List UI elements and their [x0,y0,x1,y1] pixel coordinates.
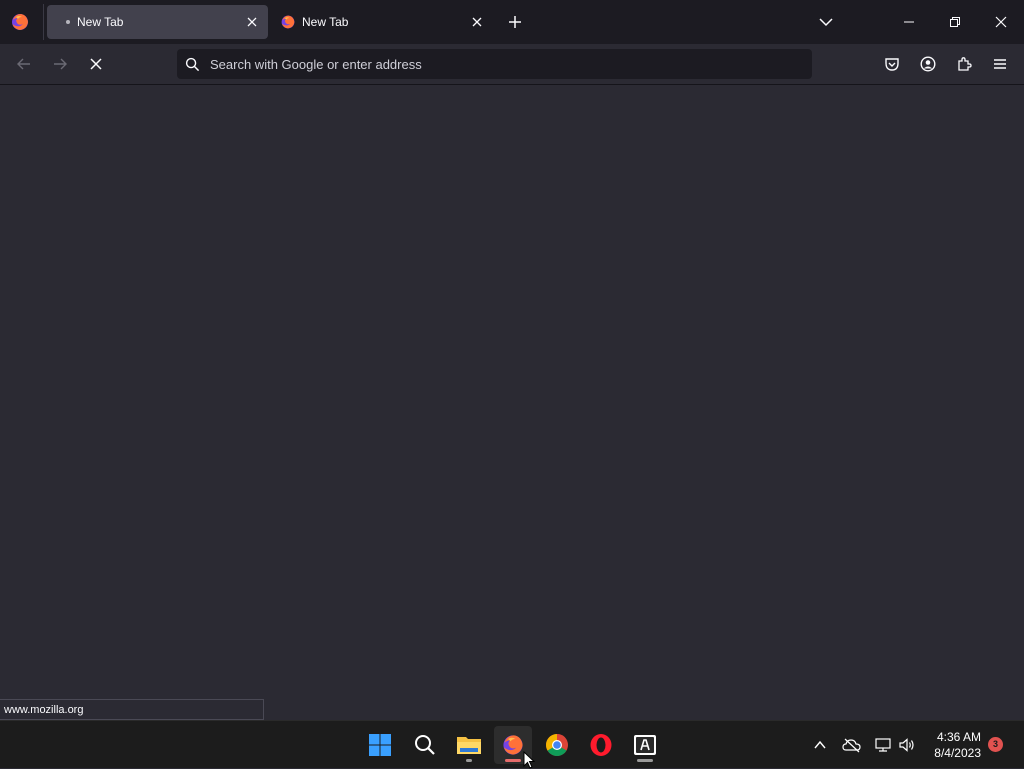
running-indicator [466,759,472,762]
account-button[interactable] [916,52,940,76]
navigation-toolbar: Search with Google or enter address [0,44,1024,85]
opera-icon [590,734,612,756]
firefox-icon [503,735,523,755]
tab-bar: New Tab New Tab [0,0,1024,44]
chevron-down-icon [819,18,833,27]
address-bar[interactable]: Search with Google or enter address [177,49,812,79]
clock-time: 4:36 AM [936,730,981,744]
file-explorer-icon [457,737,481,754]
status-link-preview: www.mozilla.org [0,699,264,720]
extensions-icon [958,57,972,71]
account-icon [920,56,936,72]
extensions-button[interactable] [952,52,976,76]
restore-icon [950,17,960,27]
tab-loading-dot-icon [66,20,70,24]
running-indicator [637,759,653,762]
mouse-cursor-icon [523,751,535,769]
adobe-app-icon [634,735,656,755]
page-content [0,85,1024,720]
taskbar-adobe-app[interactable] [626,726,664,764]
taskbar: 4:36 AM 8/4/2023 [0,720,1024,768]
search-icon [415,735,435,755]
close-tab-icon[interactable] [470,15,484,29]
menu-icon [994,59,1006,69]
close-tab-icon[interactable] [245,15,259,29]
new-tab-button[interactable] [503,10,527,34]
volume-button[interactable] [895,733,919,757]
clock-date: 8/4/2023 [934,746,981,760]
speaker-icon [899,738,914,752]
network-button[interactable] [871,733,895,757]
tab-separator [43,4,44,40]
list-all-tabs-button[interactable] [814,10,838,34]
plus-icon [509,16,521,28]
stop-icon [90,58,102,70]
notification-badge[interactable]: 3 [988,737,1003,752]
back-button[interactable] [12,52,36,76]
chrome-icon [546,734,568,756]
taskbar-search-button[interactable] [406,726,444,764]
taskbar-chrome[interactable] [538,726,576,764]
address-bar-placeholder: Search with Google or enter address [210,57,422,72]
network-icon [875,738,891,752]
onedrive-button[interactable] [840,733,864,757]
firefox-icon [281,15,295,29]
taskbar-file-explorer[interactable] [450,726,488,764]
restore-button[interactable] [943,10,967,34]
close-window-button[interactable] [989,10,1013,34]
tab-new-tab-active[interactable]: New Tab [47,5,268,39]
active-indicator [505,759,521,762]
cloud-offline-icon [842,738,861,753]
tab-title: New Tab [302,15,349,29]
windows-start-icon [369,734,391,756]
pocket-icon [885,58,899,71]
firefox-icon[interactable] [10,12,30,32]
arrow-left-icon [17,58,30,70]
taskbar-opera[interactable] [582,726,620,764]
show-hidden-icons-button[interactable] [808,733,832,757]
arrow-right-icon [54,58,67,70]
tab-title: New Tab [77,15,124,29]
system-clock[interactable]: 4:36 AM 8/4/2023 [934,729,981,761]
stop-loading-button[interactable] [84,52,108,76]
close-icon [995,16,1007,28]
pocket-button[interactable] [880,52,904,76]
tab-new-tab[interactable]: New Tab [272,5,490,39]
search-icon [185,57,200,72]
minimize-button[interactable] [897,10,921,34]
forward-button[interactable] [48,52,72,76]
application-menu-button[interactable] [988,52,1012,76]
chevron-up-icon [814,740,826,749]
minimize-icon [904,21,914,23]
start-button[interactable] [361,726,399,764]
